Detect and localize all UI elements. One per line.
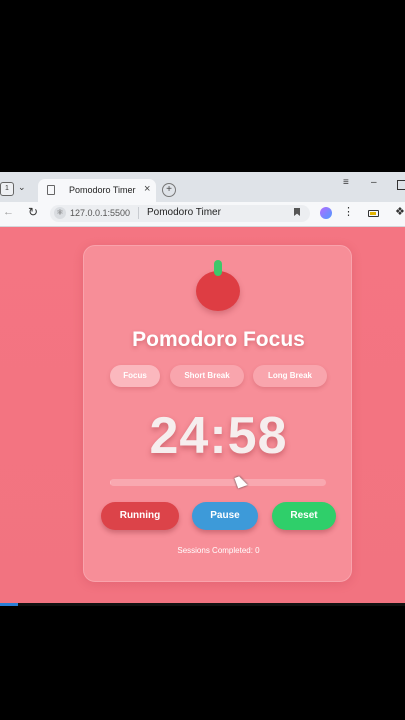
status-accent <box>0 603 18 606</box>
tab-title: Pomodoro Timer <box>69 185 136 195</box>
status-strip <box>0 603 405 606</box>
running-button[interactable]: Running <box>101 502 179 530</box>
menu-icon[interactable]: ⋮ <box>343 205 354 218</box>
site-info-icon[interactable]: ⚛ <box>54 207 66 219</box>
browser-window: 1 ⌄ Pomodoro Timer × + ≡ – ← ↻ ⚛ 127.0.0… <box>0 172 405 606</box>
focus-mode-button[interactable]: Focus <box>110 365 160 387</box>
tab-pomodoro-timer[interactable]: Pomodoro Timer × <box>38 179 156 202</box>
battery-icon[interactable] <box>368 210 379 217</box>
minimize-icon[interactable]: – <box>371 177 377 188</box>
tomato-stem <box>214 260 222 276</box>
maximize-icon[interactable] <box>397 180 405 190</box>
tab-count-badge[interactable]: 1 <box>0 182 14 196</box>
progress-bar <box>110 479 326 486</box>
tomato-icon <box>196 271 240 311</box>
timer-display: 24:58 <box>149 407 288 465</box>
window-menu-icon[interactable]: ≡ <box>343 177 349 188</box>
reload-icon[interactable]: ↻ <box>28 205 38 219</box>
bookmark-icon[interactable] <box>294 208 300 216</box>
page-content: Pomodoro Focus Focus Short Break Long Br… <box>0 227 405 606</box>
browser-toolbar: ← ↻ ⚛ 127.0.0.1:5500 Pomodoro Timer ⋮ ❖ <box>0 202 405 227</box>
chevron-down-icon[interactable]: ⌄ <box>18 182 26 193</box>
short-break-button[interactable]: Short Break <box>170 365 244 387</box>
address-page-title: Pomodoro Timer <box>147 207 221 218</box>
mouse-cursor-icon <box>234 474 248 489</box>
copilot-icon[interactable] <box>320 207 332 219</box>
page-icon <box>47 185 55 195</box>
plus-icon[interactable]: + <box>162 183 176 197</box>
sessions-completed: Sessions Completed: 0 <box>177 546 260 555</box>
extensions-icon[interactable]: ❖ <box>395 205 405 218</box>
address-url: 127.0.0.1:5500 <box>70 208 131 218</box>
address-divider <box>138 207 139 219</box>
page-title: Pomodoro Focus <box>132 328 305 351</box>
pause-button[interactable]: Pause <box>192 502 258 530</box>
tab-strip: 1 ⌄ Pomodoro Timer × + ≡ – <box>0 172 405 202</box>
address-bar[interactable]: ⚛ 127.0.0.1:5500 Pomodoro Timer <box>50 205 310 222</box>
close-icon[interactable]: × <box>144 183 150 195</box>
back-arrow-icon[interactable]: ← <box>3 206 14 218</box>
reset-button[interactable]: Reset <box>272 502 336 530</box>
pomodoro-card: Pomodoro Focus Focus Short Break Long Br… <box>83 245 352 582</box>
long-break-button[interactable]: Long Break <box>253 365 327 387</box>
